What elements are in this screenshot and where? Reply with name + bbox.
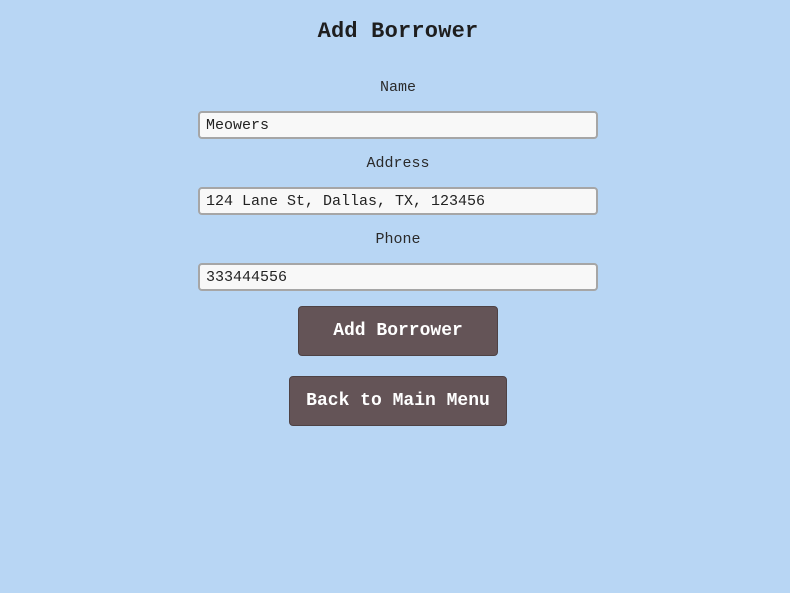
name-input[interactable] [198,111,598,139]
back-to-main-menu-button[interactable]: Back to Main Menu [289,376,507,426]
phone-label: Phone [375,231,421,248]
add-borrower-page: Add Borrower Name Address Phone Add Borr… [0,0,790,593]
page-title: Add Borrower [317,19,479,44]
phone-input[interactable] [198,263,598,291]
address-input[interactable] [198,187,598,215]
address-label: Address [366,155,430,172]
name-label: Name [379,79,416,96]
add-borrower-button[interactable]: Add Borrower [298,306,498,356]
